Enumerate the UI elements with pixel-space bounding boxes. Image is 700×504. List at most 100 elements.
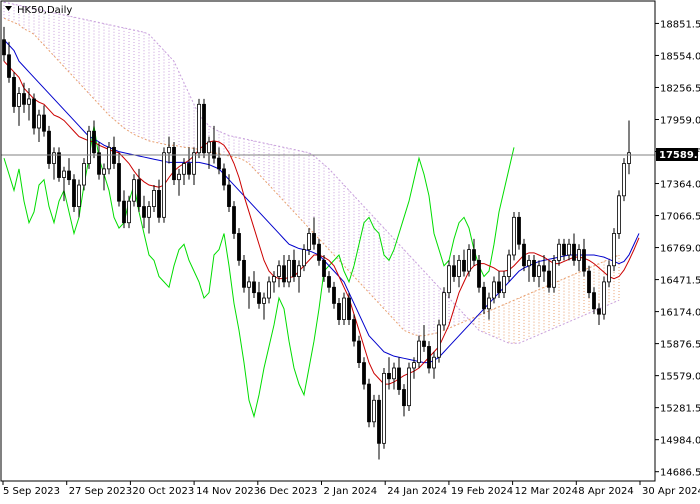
candle-body bbox=[212, 141, 216, 159]
y-tick-label: 14984.0 bbox=[660, 436, 700, 447]
candle-body bbox=[612, 233, 616, 267]
x-tick-label: 30 Apr 2024 bbox=[642, 486, 700, 497]
candle-body bbox=[207, 141, 211, 154]
candle-body bbox=[522, 243, 526, 267]
candle-body bbox=[392, 367, 396, 380]
candle-body bbox=[552, 259, 556, 288]
candle-body bbox=[472, 249, 476, 261]
candle-body bbox=[272, 276, 276, 283]
candle-body bbox=[182, 163, 186, 175]
candle-body bbox=[617, 195, 621, 234]
candle-body bbox=[82, 163, 86, 186]
candle-body bbox=[427, 346, 431, 369]
candle-body bbox=[132, 179, 136, 202]
candle-body bbox=[447, 265, 451, 294]
candle-body bbox=[77, 184, 81, 207]
candle-body bbox=[257, 292, 261, 304]
x-tick-label: 2 Jan 2024 bbox=[324, 486, 378, 497]
candle-body bbox=[167, 146, 171, 154]
candle-body bbox=[372, 399, 376, 423]
x-tick-label: 20 Oct 2023 bbox=[132, 486, 194, 497]
candle-body bbox=[352, 319, 356, 342]
candle-body bbox=[47, 130, 51, 164]
price-axis: 18851.518554.018256.517959.017661.517364… bbox=[655, 19, 700, 479]
candle-body bbox=[277, 265, 281, 277]
candle-body bbox=[577, 249, 581, 261]
candle-body bbox=[17, 93, 21, 107]
candle-body bbox=[402, 389, 406, 407]
candle-body bbox=[462, 259, 466, 272]
current-price-tag-text: 17589.0 bbox=[659, 150, 700, 161]
candle-body bbox=[302, 249, 306, 267]
candle-body bbox=[67, 170, 71, 181]
candle-body bbox=[607, 265, 611, 283]
y-tick-label: 18851.5 bbox=[660, 19, 700, 30]
candle-body bbox=[387, 372, 391, 380]
candle-body bbox=[527, 259, 531, 267]
candle-body bbox=[202, 103, 206, 154]
candle-body bbox=[342, 297, 346, 320]
chart-background bbox=[0, 0, 700, 500]
candle-body bbox=[192, 152, 196, 175]
candle-body bbox=[312, 233, 316, 245]
candle-body bbox=[622, 163, 626, 197]
candle-body bbox=[147, 206, 151, 218]
candle-body bbox=[282, 265, 286, 283]
candle-body bbox=[62, 170, 66, 178]
candle-body bbox=[497, 281, 501, 294]
y-tick-label: 16471.5 bbox=[660, 276, 700, 287]
candle-body bbox=[557, 243, 561, 261]
candle-body bbox=[597, 308, 601, 315]
candle-body bbox=[117, 163, 121, 202]
candle-body bbox=[332, 286, 336, 304]
chart-window[interactable]: 18851.518554.018256.517959.017661.517364… bbox=[0, 0, 700, 500]
candle-body bbox=[142, 206, 146, 218]
y-tick-label: 15579.0 bbox=[660, 372, 700, 383]
x-tick-label: 5 Sep 2023 bbox=[3, 486, 60, 497]
candle-body bbox=[292, 259, 296, 277]
candle-body bbox=[297, 265, 301, 277]
candle-body bbox=[357, 340, 361, 364]
candle-body bbox=[227, 184, 231, 207]
candle-body bbox=[57, 152, 61, 178]
candle-body bbox=[382, 372, 386, 444]
candle-body bbox=[232, 206, 236, 234]
candle-body bbox=[162, 152, 166, 218]
candle-body bbox=[122, 200, 126, 224]
candle-body bbox=[547, 270, 551, 288]
y-tick-label: 17959.0 bbox=[660, 115, 700, 126]
x-tick-label: 14 Nov 2023 bbox=[196, 486, 260, 497]
candle-body bbox=[7, 54, 11, 78]
candle-body bbox=[317, 243, 321, 261]
candle-body bbox=[102, 168, 106, 175]
y-tick-label: 17066.5 bbox=[660, 212, 700, 223]
y-tick-label: 17364.0 bbox=[660, 180, 700, 191]
candle-body bbox=[437, 324, 441, 358]
candle-body bbox=[237, 233, 241, 261]
candle-body bbox=[97, 152, 101, 175]
candle-body bbox=[217, 157, 221, 170]
candle-body bbox=[177, 173, 181, 181]
candle-body bbox=[107, 146, 111, 170]
candle-body bbox=[127, 200, 131, 224]
candle-body bbox=[587, 270, 591, 294]
x-tick-label: 8 Apr 2024 bbox=[578, 486, 633, 497]
candle-body bbox=[137, 179, 141, 207]
candle-body bbox=[482, 286, 486, 310]
x-tick-label: 24 Jan 2024 bbox=[387, 486, 447, 497]
candle-body bbox=[42, 114, 46, 132]
candle-body bbox=[152, 190, 156, 207]
candle-body bbox=[412, 362, 416, 369]
candle-body bbox=[87, 130, 91, 164]
x-tick-label: 6 Dec 2023 bbox=[260, 486, 318, 497]
ichimoku-chart[interactable]: 18851.518554.018256.517959.017661.517364… bbox=[0, 0, 700, 500]
y-tick-label: 16769.0 bbox=[660, 244, 700, 255]
candle-body bbox=[532, 259, 536, 277]
candle-body bbox=[452, 265, 456, 277]
candle-body bbox=[567, 243, 571, 256]
candle-body bbox=[397, 367, 401, 390]
candle-body bbox=[377, 399, 381, 444]
candle-body bbox=[267, 281, 271, 299]
candle-body bbox=[362, 362, 366, 385]
candle-body bbox=[222, 168, 226, 186]
